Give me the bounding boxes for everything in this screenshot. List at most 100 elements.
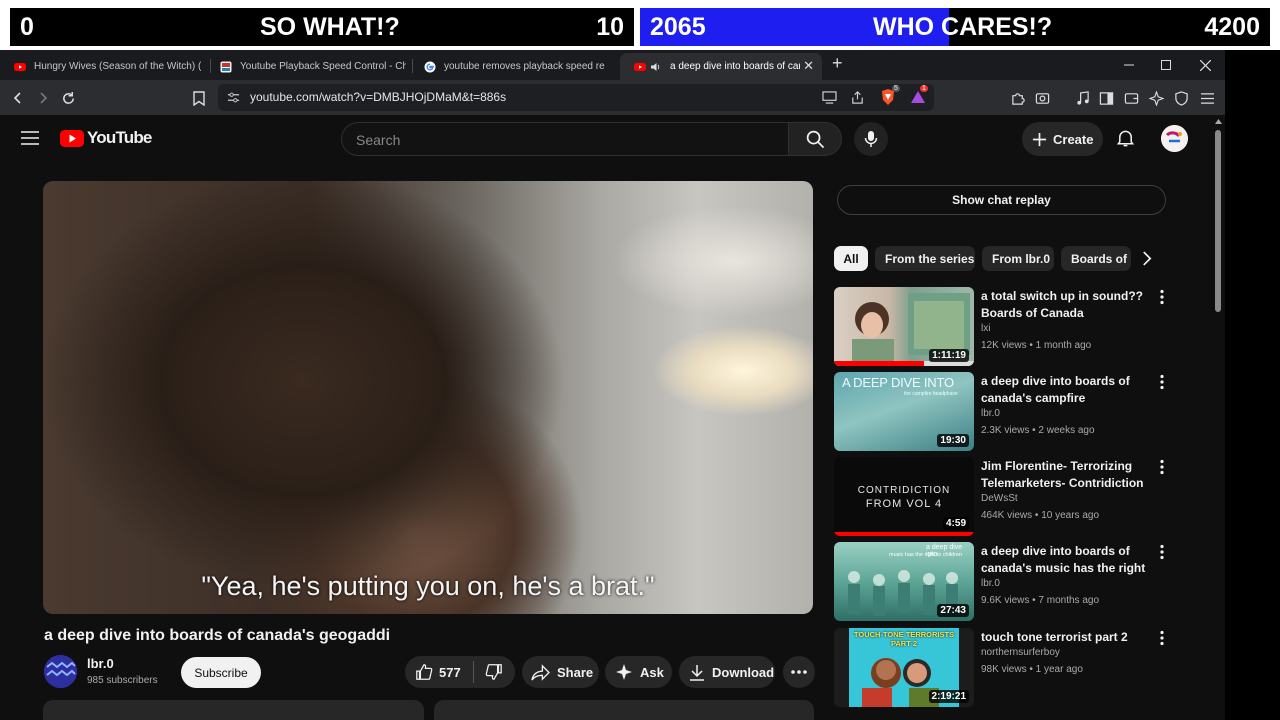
show-chat-replay-button[interactable]: Show chat replay — [837, 185, 1166, 215]
google-icon — [424, 61, 436, 72]
reload-button[interactable] — [57, 87, 79, 109]
alert-badge: 1 — [920, 85, 928, 92]
tab-deep-dive[interactable]: a deep dive into boards of canada ✕ — [620, 53, 822, 80]
more-vertical-icon[interactable] — [1156, 374, 1168, 390]
youtube-page: YouTube Search Create "Yea, he's putting… — [0, 115, 1225, 720]
maximize-icon — [1161, 60, 1171, 70]
guide-button[interactable] — [21, 131, 39, 145]
recommendation-channel[interactable]: lbr.0 — [981, 408, 1000, 419]
notifications-button[interactable] — [1116, 128, 1135, 148]
leo-ai-button[interactable] — [1145, 87, 1167, 109]
recommendation-item[interactable]: CONTRIDICTION FROM VOL 4 4:59 Jim Floren… — [834, 457, 1204, 537]
speaker-icon[interactable] — [650, 61, 662, 73]
chip-from-channel[interactable]: From lbr.0 — [982, 246, 1054, 271]
address-bar[interactable]: youtube.com/watch?v=DMBJHOjDMaM&t=886s 5… — [218, 84, 934, 111]
maximize-button[interactable] — [1147, 50, 1185, 80]
more-vertical-icon[interactable] — [1156, 630, 1168, 646]
voice-search-button[interactable] — [854, 122, 888, 156]
youtube-logo[interactable]: YouTube — [60, 128, 152, 148]
create-button[interactable]: Create — [1022, 122, 1103, 156]
wallet-button[interactable] — [1120, 87, 1142, 109]
search-icon — [806, 130, 824, 148]
video-thumbnail[interactable]: A DEEP DIVE INTO the campfire headphase … — [834, 372, 974, 451]
video-thumbnail[interactable]: 1:11:19 — [834, 287, 974, 366]
hamburger-menu-icon — [1200, 92, 1214, 104]
minimize-button[interactable] — [1110, 50, 1148, 80]
share-page-icon[interactable] — [850, 90, 865, 105]
left-score: 0 — [20, 13, 34, 41]
account-avatar[interactable] — [1161, 125, 1188, 152]
subscribe-button[interactable]: Subscribe — [181, 657, 261, 688]
video-duration: 4:59 — [942, 517, 969, 530]
more-vertical-icon[interactable] — [1156, 544, 1168, 560]
recommendation-item[interactable]: A DEEP DIVE INTO the campfire headphase … — [834, 372, 1204, 452]
bell-icon — [1116, 130, 1135, 147]
recommendation-item[interactable]: 1:11:19 a total switch up in sound?? Boa… — [834, 287, 1204, 367]
bookmark-button[interactable] — [188, 87, 210, 109]
recommendation-title[interactable]: a deep dive into boards of canada's camp… — [981, 373, 1151, 407]
dislike-button[interactable] — [474, 656, 514, 688]
recommendation-meta: 12K views • 1 month ago — [981, 340, 1092, 351]
comments-teaser[interactable] — [434, 700, 814, 720]
ask-button[interactable]: Ask — [605, 656, 672, 688]
video-thumbnail[interactable]: TOUCH-TONE TERRORISTS PART 2 2:19:21 — [834, 628, 974, 707]
sidebar-button[interactable] — [1095, 87, 1117, 109]
recommendation-channel[interactable]: DeWsSt — [981, 493, 1018, 504]
tab-google-search[interactable]: youtube removes playback speed re — [410, 53, 614, 80]
search-input[interactable]: Search — [341, 122, 789, 156]
recommendation-title[interactable]: a total switch up in sound?? Boards of C… — [981, 288, 1151, 321]
chip-from-the-series[interactable]: From the series — [875, 246, 975, 271]
page-scrollbar-thumb[interactable] — [1215, 130, 1221, 312]
recommendation-channel[interactable]: lxi — [981, 323, 990, 334]
recommendation-meta: 98K views • 1 year ago — [981, 664, 1083, 675]
share-button[interactable]: Share — [522, 656, 599, 688]
brave-badge: 5 — [892, 85, 900, 92]
back-button[interactable] — [7, 87, 29, 109]
tab-playback-speed[interactable]: Youtube Playback Speed Control - Ch — [206, 53, 406, 80]
recommendation-title[interactable]: Jim Florentine- Terrorizing Telemarketer… — [981, 458, 1151, 491]
scroll-up-arrow-icon[interactable] — [1215, 119, 1222, 124]
recommendation-title[interactable]: a deep dive into boards of canada's musi… — [981, 543, 1151, 577]
chips-next-button[interactable] — [1140, 251, 1154, 266]
tab-title: Youtube Playback Speed Control - Ch — [240, 61, 406, 72]
chip-all[interactable]: All — [834, 246, 868, 271]
hamburger-menu-icon — [21, 131, 39, 145]
extensions-button[interactable] — [1007, 87, 1029, 109]
right-count: 4200 — [1204, 13, 1260, 41]
back-arrow-icon — [13, 92, 21, 104]
vpn-button[interactable] — [1170, 87, 1192, 109]
score-panel-right: 2065 WHO CARES!? 4200 — [640, 8, 1270, 46]
recommendation-channel[interactable]: northernsurferboy — [981, 647, 1060, 658]
recommendation-channel[interactable]: lbr.0 — [981, 578, 1000, 589]
channel-avatar[interactable] — [44, 655, 77, 688]
like-button[interactable]: 577 — [405, 656, 473, 688]
video-thumbnail[interactable]: CONTRIDICTION FROM VOL 4 4:59 — [834, 457, 974, 536]
media-button[interactable] — [1071, 87, 1093, 109]
video-thumbnail[interactable]: a deep dive into music has the right to … — [834, 542, 974, 621]
recommendation-item[interactable]: a deep dive into music has the right to … — [834, 542, 1204, 622]
description-box[interactable] — [43, 700, 424, 720]
screenshot-button[interactable] — [1031, 87, 1053, 109]
video-player[interactable]: "Yea, he's putting you on, he's a brat." — [43, 181, 813, 614]
more-vertical-icon[interactable] — [1156, 289, 1168, 305]
chip-boards-of[interactable]: Boards of — [1061, 246, 1131, 271]
music-note-icon — [1076, 90, 1089, 105]
rewards-icon[interactable] — [910, 90, 926, 104]
search-button[interactable] — [788, 122, 842, 156]
channel-name[interactable]: lbr.0 — [87, 656, 114, 671]
forward-button[interactable] — [32, 87, 54, 109]
more-actions-button[interactable] — [783, 656, 815, 688]
site-settings-icon[interactable] — [227, 91, 240, 104]
close-tab-icon[interactable]: ✕ — [803, 58, 814, 74]
more-vertical-icon[interactable] — [1156, 459, 1168, 475]
menu-button[interactable] — [1196, 87, 1218, 109]
recommendation-title[interactable]: touch tone terrorist part 2 — [981, 629, 1151, 646]
tab-hungry-wives[interactable]: Hungry Wives (Season of the Witch) ( — [0, 53, 204, 80]
microphone-icon — [864, 131, 878, 147]
video-title: a deep dive into boards of canada's geog… — [44, 627, 391, 644]
close-window-button[interactable] — [1186, 50, 1224, 80]
cast-icon[interactable] — [822, 91, 837, 104]
new-tab-button[interactable]: + — [832, 53, 843, 74]
download-button[interactable]: Download — [679, 656, 775, 688]
recommendation-item[interactable]: TOUCH-TONE TERRORISTS PART 2 2:19:21 tou… — [834, 628, 1204, 708]
